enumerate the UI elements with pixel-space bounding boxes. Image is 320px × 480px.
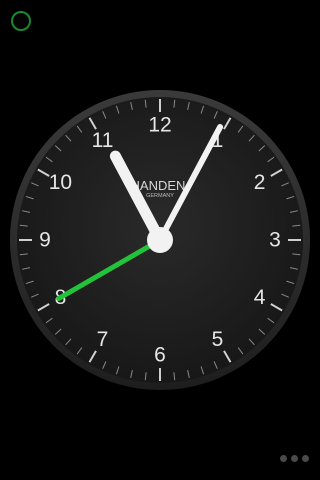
numeral-11: 11 bbox=[92, 129, 114, 152]
center-cap bbox=[147, 227, 173, 253]
numeral-10: 10 bbox=[49, 171, 72, 194]
page-dot[interactable] bbox=[280, 455, 287, 462]
brand-sublabel: GERMANY bbox=[146, 193, 174, 199]
page-indicator[interactable] bbox=[280, 455, 309, 462]
page-dot[interactable] bbox=[302, 455, 309, 462]
numeral-9: 9 bbox=[39, 229, 51, 252]
numeral-3: 3 bbox=[269, 229, 281, 252]
numeral-4: 4 bbox=[254, 286, 266, 309]
clock-screen: 121234567891011 HANDEN GERMANY bbox=[0, 0, 320, 480]
page-dot[interactable] bbox=[291, 455, 298, 462]
numeral-2: 2 bbox=[254, 171, 266, 194]
numeral-12: 12 bbox=[148, 114, 171, 137]
analog-clock: 121234567891011 HANDEN GERMANY bbox=[10, 90, 310, 390]
numeral-5: 5 bbox=[212, 328, 224, 351]
numeral-6: 6 bbox=[154, 344, 166, 367]
numeral-7: 7 bbox=[97, 328, 109, 351]
